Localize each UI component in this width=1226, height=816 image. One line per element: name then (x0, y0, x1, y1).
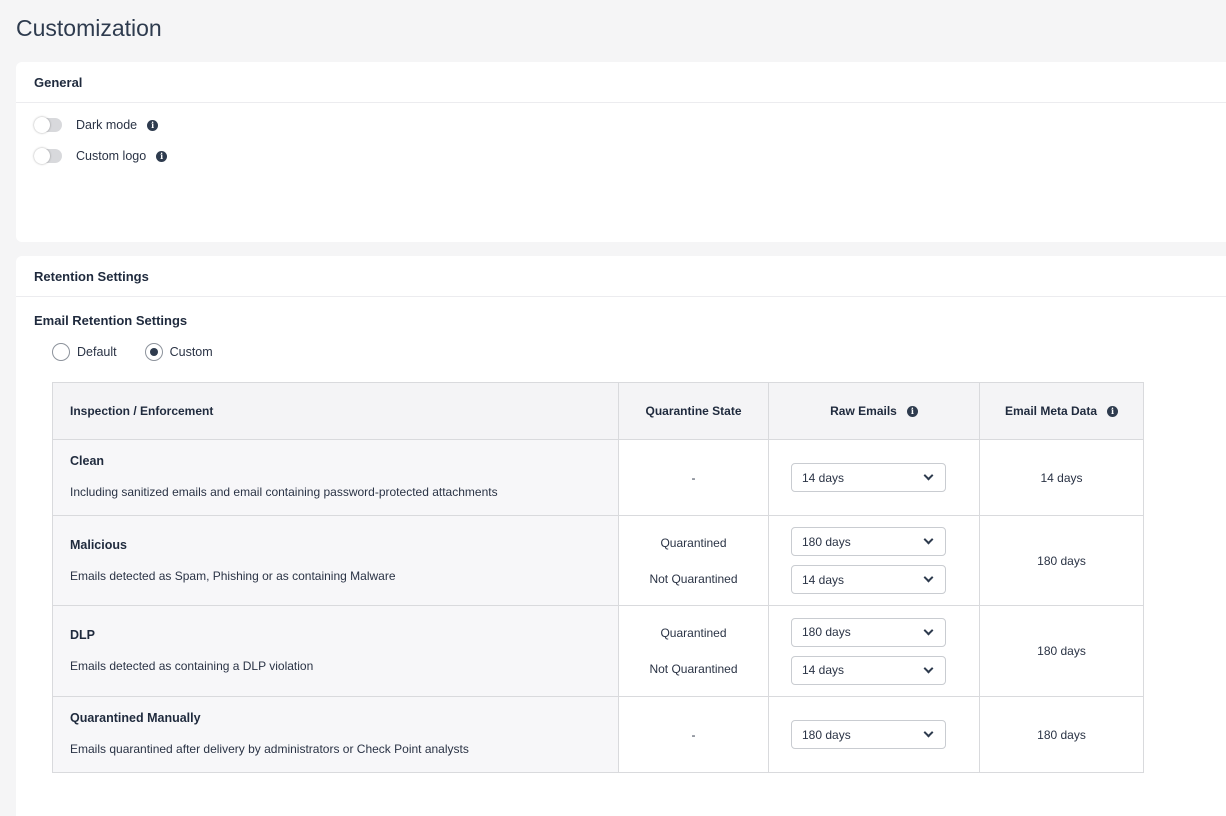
table-row: Quarantined Manually Emails quarantined … (52, 696, 1144, 773)
select-value: 14 days (802, 572, 845, 587)
header-inspection: Inspection / Enforcement (52, 382, 619, 440)
row-meta-cell: 14 days (979, 439, 1144, 516)
header-meta-data: Email Meta Data i (979, 382, 1144, 440)
quarantine-state: Not Quarantined (649, 662, 738, 676)
row-desc: Emails detected as containing a DLP viol… (70, 659, 314, 673)
general-card: General Dark mode i Custom logo i (16, 62, 1226, 242)
chevron-down-icon (923, 727, 934, 738)
header-raw-label: Raw Emails (830, 404, 897, 418)
meta-value: 14 days (1040, 470, 1083, 485)
row-title: Clean (70, 454, 105, 468)
page-title: Customization (16, 15, 162, 41)
quarantine-state: - (691, 727, 696, 742)
chevron-down-icon (923, 534, 934, 545)
row-meta-cell: 180 days (979, 515, 1144, 606)
chevron-down-icon (923, 572, 934, 583)
select-value: 14 days (802, 470, 845, 485)
radio-default-label: Default (77, 345, 117, 359)
row-raw-cell: 180 days 14 days (768, 605, 980, 697)
row-quarantine-cell: - (618, 696, 769, 773)
header-meta-label: Email Meta Data (1004, 404, 1098, 418)
radio-custom-label: Custom (169, 345, 213, 359)
radio-custom[interactable]: Custom (144, 343, 213, 361)
info-icon[interactable]: i (156, 150, 168, 162)
dark-mode-label: Dark mode (76, 118, 138, 132)
header-raw-emails: Raw Emails i (768, 382, 980, 440)
meta-value: 180 days (1037, 553, 1086, 568)
custom-logo-toggle[interactable] (34, 148, 62, 164)
row-inspection-cell: Clean Including sanitized emails and ema… (52, 439, 619, 516)
select-value: 180 days (802, 625, 851, 639)
select-value: 14 days (802, 663, 845, 677)
row-desc: Including sanitized emails and email con… (70, 485, 498, 499)
quarantine-state: Not Quarantined (649, 571, 738, 586)
dark-mode-toggle[interactable] (34, 117, 62, 133)
row-desc: Emails detected as Spam, Phishing or as … (70, 569, 396, 583)
table-row: Malicious Emails detected as Spam, Phish… (52, 515, 1144, 606)
row-raw-cell: 14 days (768, 439, 980, 516)
quarantine-state: Quarantined (660, 535, 727, 550)
chevron-down-icon (923, 625, 934, 635)
row-meta-cell: 180 days (979, 696, 1144, 773)
table-row: DLP Emails detected as containing a DLP … (52, 605, 1144, 697)
row-meta-cell: 180 days (979, 605, 1144, 697)
retention-table: Inspection / Enforcement Quarantine Stat… (52, 382, 1144, 773)
raw-emails-select[interactable]: 14 days (791, 565, 946, 594)
table-row: Clean Including sanitized emails and ema… (52, 439, 1144, 516)
row-quarantine-cell: - (618, 439, 769, 516)
retention-header: Retention Settings (16, 256, 1226, 297)
raw-emails-select[interactable]: 180 days (791, 527, 946, 556)
info-icon[interactable]: i (147, 119, 159, 131)
row-title: DLP (70, 628, 95, 642)
dark-mode-row: Dark mode i (34, 117, 159, 133)
general-header: General (16, 62, 1226, 103)
raw-emails-select[interactable]: 180 days (791, 720, 946, 749)
row-title: Malicious (70, 538, 127, 552)
raw-emails-select[interactable]: 180 days (791, 617, 946, 647)
row-inspection-cell: DLP Emails detected as containing a DLP … (52, 605, 619, 697)
email-retention-title: Email Retention Settings (34, 313, 188, 328)
info-icon[interactable]: i (1107, 405, 1119, 417)
row-raw-cell: 180 days (768, 696, 980, 773)
select-value: 180 days (802, 534, 851, 549)
chevron-down-icon (923, 470, 934, 481)
retention-mode-radios: Default Custom (52, 343, 241, 361)
row-raw-cell: 180 days 14 days (768, 515, 980, 606)
radio-default[interactable]: Default (52, 343, 117, 361)
chevron-down-icon (923, 663, 934, 673)
row-title: Quarantined Manually (70, 711, 201, 725)
table-header-row: Inspection / Enforcement Quarantine Stat… (52, 382, 1144, 440)
radio-default-circle[interactable] (52, 343, 70, 361)
row-desc: Emails quarantined after delivery by adm… (70, 742, 469, 756)
select-value: 180 days (802, 727, 851, 742)
header-quarantine: Quarantine State (618, 382, 769, 440)
meta-value: 180 days (1037, 727, 1086, 742)
row-quarantine-cell: Quarantined Not Quarantined (618, 605, 769, 697)
quarantine-state: Quarantined (660, 626, 727, 640)
radio-custom-circle[interactable] (144, 343, 163, 361)
raw-emails-select[interactable]: 14 days (791, 463, 946, 492)
raw-emails-select[interactable]: 14 days (791, 655, 946, 685)
info-icon[interactable]: i (906, 405, 918, 417)
custom-logo-label: Custom logo (76, 149, 147, 163)
row-quarantine-cell: Quarantined Not Quarantined (618, 515, 769, 606)
row-inspection-cell: Malicious Emails detected as Spam, Phish… (52, 515, 619, 606)
quarantine-state: - (691, 470, 696, 485)
meta-value: 180 days (1037, 644, 1086, 658)
custom-logo-row: Custom logo i (34, 148, 168, 164)
retention-card: Retention Settings Email Retention Setti… (16, 256, 1226, 816)
row-inspection-cell: Quarantined Manually Emails quarantined … (52, 696, 619, 773)
